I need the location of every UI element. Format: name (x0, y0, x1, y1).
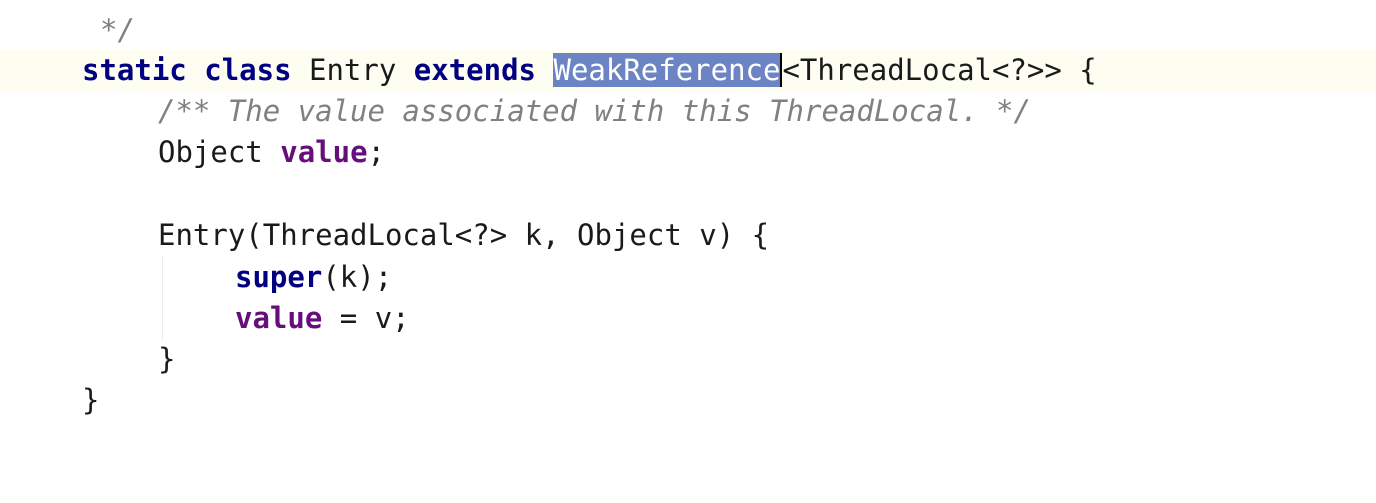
closing-brace: } (82, 383, 100, 417)
code-line-comment-end[interactable]: */ (0, 10, 1376, 51)
class-declaration: static class Entry extends WeakReference… (82, 50, 1097, 91)
semicolon: ; (367, 135, 386, 169)
field-declaration: Object value; (158, 132, 385, 173)
class-name: Entry (309, 53, 397, 87)
assignment: value = v; (235, 298, 410, 339)
code-line-class-close[interactable]: } (0, 380, 1376, 421)
keyword-extends: extends (413, 53, 537, 87)
keyword-class: class (204, 53, 292, 87)
field-reference: value (235, 301, 323, 335)
super-args: (k); (322, 260, 393, 294)
generic-type-params: <ThreadLocal<?>> { (782, 53, 1097, 87)
code-line-assignment[interactable]: value = v; (0, 298, 1376, 339)
field-type: Object (158, 135, 263, 169)
javadoc-comment: /** The value associated with this Threa… (158, 94, 1031, 128)
field-name: value (280, 135, 368, 169)
code-line-field-declaration[interactable]: Object value; (0, 132, 1376, 173)
keyword-super: super (235, 260, 323, 294)
code-line-constructor[interactable]: Entry(ThreadLocal<?> k, Object v) { (0, 215, 1376, 256)
code-line-super-call[interactable]: super(k); (0, 257, 1376, 298)
selected-text[interactable]: WeakReference (553, 53, 781, 87)
assignment-rest: = v; (322, 301, 410, 335)
code-editor[interactable]: */ static class Entry extends WeakRefere… (0, 0, 1376, 424)
code-line-javadoc[interactable]: /** The value associated with this Threa… (0, 91, 1376, 132)
code-line-class-declaration[interactable]: static class Entry extends WeakReference… (0, 50, 1376, 91)
closing-brace: } (158, 342, 176, 376)
keyword-static: static (82, 53, 187, 87)
code-line-constructor-close[interactable]: } (0, 339, 1376, 380)
comment-text: */ (100, 13, 135, 47)
super-call: super(k); (235, 257, 392, 298)
constructor-signature: Entry(ThreadLocal<?> k, Object v) { (158, 218, 770, 252)
